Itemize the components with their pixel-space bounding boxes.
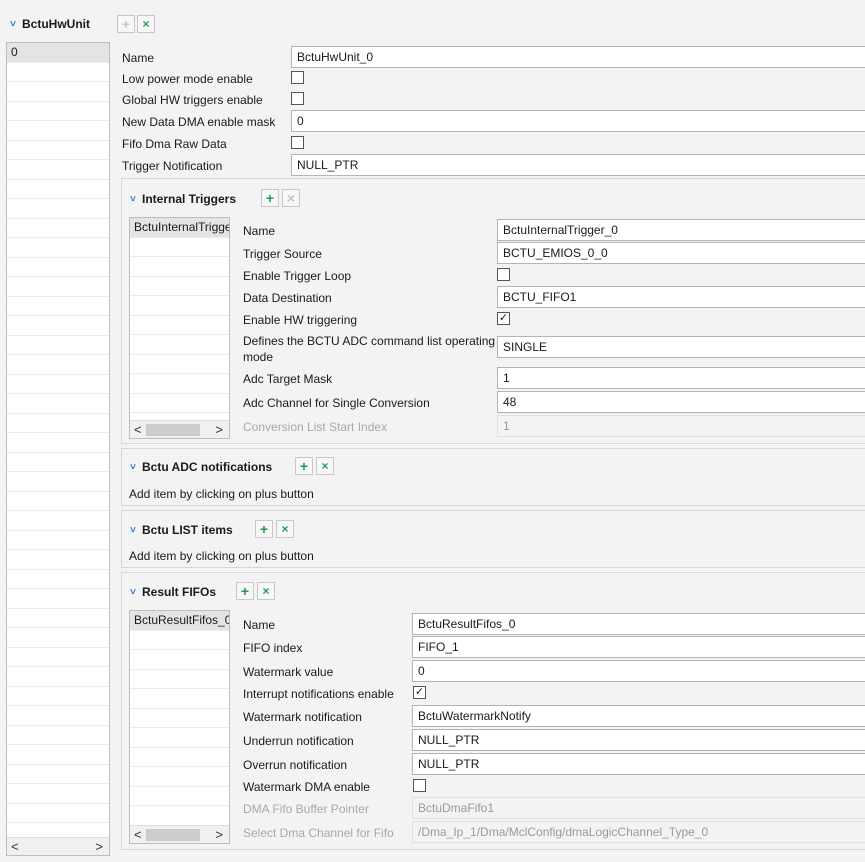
- name-field[interactable]: BctuHwUnit_0: [291, 46, 865, 68]
- hw-unit-list-scrollbar[interactable]: < >: [7, 837, 109, 855]
- scroll-left-icon[interactable]: <: [11, 839, 19, 854]
- dma-buffer-label: DMA Fifo Buffer Pointer: [243, 802, 369, 816]
- fifo-raw-checkbox[interactable]: [291, 136, 304, 149]
- fifo-list-scrollbar[interactable]: < >: [130, 825, 229, 843]
- remove-fifo-button[interactable]: ×: [257, 582, 275, 600]
- adc-notifications-title: Bctu ADC notifications: [142, 460, 273, 474]
- dma-mask-field[interactable]: 0: [291, 110, 865, 132]
- list-items-hint: Add item by clicking on plus button: [129, 549, 314, 563]
- scroll-thumb[interactable]: [146, 829, 200, 841]
- irq-enable-label: Interrupt notifications enable: [243, 687, 394, 701]
- chevron-down-icon[interactable]: ˅: [10, 19, 22, 30]
- fifo-raw-label: Fifo Dma Raw Data: [122, 137, 227, 151]
- fifo-index-field[interactable]: FIFO_1: [412, 636, 865, 658]
- bctu-config-editor: ˅ BctuHwUnit + × 0 < > Name BctuHwUnit_0…: [0, 0, 865, 862]
- add-fifo-button[interactable]: +: [236, 582, 254, 600]
- data-dest-field[interactable]: BCTU_FIFO1: [497, 286, 865, 308]
- low-power-label: Low power mode enable: [122, 72, 253, 86]
- list-item[interactable]: 0: [7, 43, 109, 63]
- fifo-name-label: Name: [243, 618, 276, 632]
- adc-channel-field[interactable]: 48: [497, 391, 865, 413]
- chevron-down-icon[interactable]: ˅: [130, 587, 142, 598]
- dma-channel-field: /Dma_Ip_1/Dma/MclConfig/dmaLogicChannel_…: [412, 821, 865, 843]
- result-fifos-header: ˅ Result FIFOs: [130, 580, 216, 604]
- trigger-list[interactable]: BctuInternalTrigge < >: [129, 217, 230, 439]
- scroll-left-icon[interactable]: <: [134, 422, 142, 437]
- scroll-left-icon[interactable]: <: [134, 827, 142, 842]
- trigger-source-label: Trigger Source: [243, 247, 322, 261]
- adc-notifications-hint: Add item by clicking on plus button: [129, 487, 314, 501]
- target-mask-field[interactable]: 1: [497, 367, 865, 389]
- list-items-header: ˅ Bctu LIST items: [130, 518, 233, 542]
- trigger-source-field[interactable]: BCTU_EMIOS_0_0: [497, 242, 865, 264]
- global-hw-checkbox[interactable]: [291, 92, 304, 105]
- hw-trigger-label: Enable HW triggering: [243, 313, 358, 327]
- add-adc-notification-button[interactable]: +: [295, 457, 313, 475]
- hw-trigger-checkbox[interactable]: ✓: [497, 312, 510, 325]
- remove-hw-unit-button[interactable]: ×: [137, 15, 155, 33]
- add-trigger-button[interactable]: +: [261, 189, 279, 207]
- chevron-down-icon[interactable]: ˅: [130, 525, 142, 536]
- trigger-loop-checkbox[interactable]: [497, 268, 510, 281]
- trigger-name-label: Name: [243, 224, 276, 238]
- dma-channel-label: Select Dma Channel for Fifo: [243, 826, 394, 840]
- watermark-value-field[interactable]: 0: [412, 660, 865, 682]
- fifo-list[interactable]: BctuResultFifos_0 < >: [129, 610, 230, 844]
- name-label: Name: [122, 51, 155, 65]
- chevron-down-icon[interactable]: ˅: [130, 194, 142, 205]
- scroll-right-icon[interactable]: >: [215, 422, 223, 437]
- irq-enable-checkbox[interactable]: ✓: [413, 686, 426, 699]
- hw-unit-header: ˅ BctuHwUnit: [10, 12, 90, 36]
- remove-trigger-button[interactable]: ×: [282, 189, 300, 207]
- remove-adc-notification-button[interactable]: ×: [316, 457, 334, 475]
- watermark-dma-label: Watermark DMA enable: [243, 780, 370, 794]
- result-fifos-title: Result FIFOs: [142, 585, 217, 599]
- list-items-title: Bctu LIST items: [142, 523, 233, 537]
- internal-triggers-title: Internal Triggers: [142, 192, 237, 206]
- start-index-field: 1: [497, 415, 865, 437]
- remove-list-item-button[interactable]: ×: [276, 520, 294, 538]
- scroll-thumb[interactable]: [146, 424, 200, 436]
- adc-channel-label: Adc Channel for Single Conversion: [243, 396, 430, 410]
- fifo-index-label: FIFO index: [243, 641, 303, 655]
- low-power-checkbox[interactable]: [291, 71, 304, 84]
- add-hw-unit-button[interactable]: +: [117, 15, 135, 33]
- watermark-dma-checkbox[interactable]: [413, 779, 426, 792]
- op-mode-label-1: Defines the BCTU ADC command list operat…: [243, 334, 496, 348]
- underrun-notif-field[interactable]: NULL_PTR: [412, 729, 865, 751]
- underrun-notif-label: Underrun notification: [243, 734, 354, 748]
- op-mode-field[interactable]: SINGLE: [497, 336, 865, 358]
- hw-unit-list[interactable]: 0 < >: [6, 42, 110, 856]
- watermark-notif-label: Watermark notification: [243, 710, 362, 724]
- trigger-name-field[interactable]: BctuInternalTrigger_0: [497, 219, 865, 241]
- list-item[interactable]: BctuInternalTrigge: [130, 218, 229, 238]
- trigger-loop-label: Enable Trigger Loop: [243, 269, 352, 283]
- fifo-name-field[interactable]: BctuResultFifos_0: [412, 613, 865, 635]
- add-list-item-button[interactable]: +: [255, 520, 273, 538]
- dma-buffer-field: BctuDmaFifo1: [412, 797, 865, 819]
- hw-unit-title: BctuHwUnit: [22, 17, 90, 31]
- scroll-right-icon[interactable]: >: [215, 827, 223, 842]
- overrun-notif-field[interactable]: NULL_PTR: [412, 753, 865, 775]
- dma-mask-label: New Data DMA enable mask: [122, 115, 276, 129]
- trigger-notif-field[interactable]: NULL_PTR: [291, 154, 865, 176]
- trigger-list-scrollbar[interactable]: < >: [130, 420, 229, 438]
- watermark-value-label: Watermark value: [243, 665, 334, 679]
- list-item[interactable]: BctuResultFifos_0: [130, 611, 229, 631]
- overrun-notif-label: Overrun notification: [243, 758, 348, 772]
- scroll-right-icon[interactable]: >: [95, 839, 103, 854]
- chevron-down-icon[interactable]: ˅: [130, 462, 142, 473]
- start-index-label: Conversion List Start Index: [243, 420, 388, 434]
- data-dest-label: Data Destination: [243, 291, 332, 305]
- target-mask-label: Adc Target Mask: [243, 372, 333, 386]
- watermark-notif-field[interactable]: BctuWatermarkNotify: [412, 705, 865, 727]
- trigger-notif-label: Trigger Notification: [122, 159, 223, 173]
- global-hw-label: Global HW triggers enable: [122, 93, 263, 107]
- adc-notifications-header: ˅ Bctu ADC notifications: [130, 455, 272, 479]
- op-mode-label-2: mode: [243, 350, 274, 364]
- internal-triggers-header: ˅ Internal Triggers: [130, 187, 236, 211]
